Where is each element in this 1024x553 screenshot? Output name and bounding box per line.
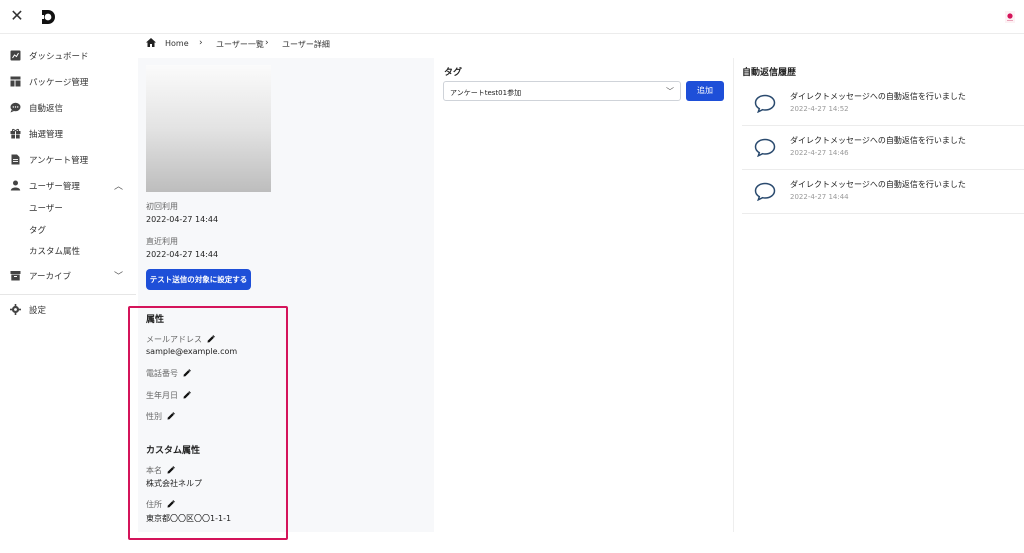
speech-bubble-icon bbox=[754, 138, 776, 157]
breadcrumb: Home › ユーザー一覧 › ユーザー詳細 bbox=[137, 34, 1024, 54]
sidebar-sub-item-users[interactable]: ユーザー bbox=[29, 202, 63, 214]
sidebar-item-package[interactable]: パッケージ管理 bbox=[0, 68, 136, 94]
history-message: ダイレクトメッセージへの自動返信を行いました bbox=[790, 136, 966, 145]
tag-select-value: アンケートtest01参加 bbox=[450, 89, 522, 97]
chevron-up-icon[interactable]: ︿ bbox=[114, 179, 123, 192]
last-use-label: 直近利用 bbox=[146, 237, 178, 246]
breadcrumb-separator-icon: › bbox=[265, 38, 269, 48]
set-test-target-button[interactable]: テスト送信の対象に設定する bbox=[146, 269, 251, 290]
sidebar-item-label: アーカイブ bbox=[29, 272, 71, 282]
sidebar: ダッシュボード パッケージ管理 自動返信 抽選管理 アンケート管理 ユーザー管理… bbox=[0, 34, 136, 553]
tag-panel: タグ アンケートtest01参加 ﹀ 追加 bbox=[436, 58, 732, 532]
breadcrumb-user-detail: ユーザー詳細 bbox=[282, 40, 330, 49]
history-time: 2022-4-27 14:46 bbox=[790, 149, 849, 157]
app-logo bbox=[40, 10, 55, 24]
auto-reply-history-title: 自動返信履歴 bbox=[742, 68, 797, 78]
sidebar-item-settings[interactable]: 設定 bbox=[0, 296, 136, 322]
last-use-value: 2022-04-27 14:44 bbox=[146, 250, 219, 259]
attributes-highlight-frame bbox=[128, 306, 288, 540]
first-use-label: 初回利用 bbox=[146, 202, 178, 211]
close-icon[interactable]: ✕ bbox=[8, 7, 26, 25]
chevron-down-icon: ﹀ bbox=[666, 87, 674, 96]
history-item: ダイレクトメッセージへの自動返信を行いました 2022-4-27 14:46 bbox=[742, 126, 1024, 170]
sidebar-divider bbox=[0, 294, 136, 295]
tag-title: タグ bbox=[444, 68, 463, 78]
history-time: 2022-4-27 14:52 bbox=[790, 105, 849, 113]
survey-icon bbox=[11, 154, 20, 165]
user-avatar-icon[interactable] bbox=[1005, 11, 1015, 23]
sidebar-item-archive[interactable]: アーカイブ ﹀ bbox=[0, 262, 136, 288]
sidebar-sub-item-tags[interactable]: タグ bbox=[29, 224, 46, 236]
chat-icon bbox=[10, 102, 21, 113]
history-item: ダイレクトメッセージへの自動返信を行いました 2022-4-27 14:52 bbox=[742, 82, 1024, 126]
home-icon[interactable] bbox=[146, 38, 156, 47]
top-bar: ✕ bbox=[0, 0, 1024, 34]
speech-bubble-icon bbox=[754, 94, 776, 113]
dashboard-icon bbox=[10, 50, 21, 61]
gear-icon bbox=[10, 304, 21, 315]
breadcrumb-home[interactable]: Home bbox=[165, 39, 189, 48]
sidebar-item-user-management[interactable]: ユーザー管理 ︿ bbox=[0, 172, 136, 198]
user-icon bbox=[10, 180, 21, 191]
tag-select[interactable]: アンケートtest01参加 ﹀ bbox=[443, 81, 681, 101]
sidebar-item-label: 自動返信 bbox=[29, 104, 64, 114]
archive-icon bbox=[10, 271, 21, 281]
sidebar-item-label: アンケート管理 bbox=[29, 156, 89, 166]
auto-reply-history-panel: 自動返信履歴 ダイレクトメッセージへの自動返信を行いました 2022-4-27 … bbox=[736, 58, 1024, 532]
gift-icon bbox=[10, 128, 21, 139]
first-use-value: 2022-04-27 14:44 bbox=[146, 215, 219, 224]
sidebar-item-label: 抽選管理 bbox=[29, 130, 64, 140]
sidebar-sub-item-custom-attributes[interactable]: カスタム属性 bbox=[29, 245, 80, 257]
history-message: ダイレクトメッセージへの自動返信を行いました bbox=[790, 92, 966, 101]
column-divider bbox=[733, 58, 734, 532]
sidebar-item-label: 設定 bbox=[29, 306, 47, 316]
chevron-down-icon[interactable]: ﹀ bbox=[114, 269, 123, 282]
profile-image bbox=[146, 65, 271, 192]
speech-bubble-icon bbox=[754, 182, 776, 201]
sidebar-item-auto-reply[interactable]: 自動返信 bbox=[0, 94, 136, 120]
sidebar-item-dashboard[interactable]: ダッシュボード bbox=[0, 42, 136, 68]
sidebar-item-label: ユーザー管理 bbox=[29, 182, 80, 192]
sidebar-item-label: パッケージ管理 bbox=[29, 78, 89, 88]
sidebar-item-survey[interactable]: アンケート管理 bbox=[0, 146, 136, 172]
package-icon bbox=[10, 76, 21, 87]
sidebar-item-lottery[interactable]: 抽選管理 bbox=[0, 120, 136, 146]
history-time: 2022-4-27 14:44 bbox=[790, 193, 849, 201]
sidebar-item-label: ダッシュボード bbox=[29, 52, 89, 62]
history-message: ダイレクトメッセージへの自動返信を行いました bbox=[790, 180, 966, 189]
breadcrumb-user-list[interactable]: ユーザー一覧 bbox=[216, 39, 264, 50]
breadcrumb-separator-icon: › bbox=[199, 38, 203, 48]
history-item: ダイレクトメッセージへの自動返信を行いました 2022-4-27 14:44 bbox=[742, 170, 1024, 214]
add-tag-button[interactable]: 追加 bbox=[686, 81, 724, 101]
